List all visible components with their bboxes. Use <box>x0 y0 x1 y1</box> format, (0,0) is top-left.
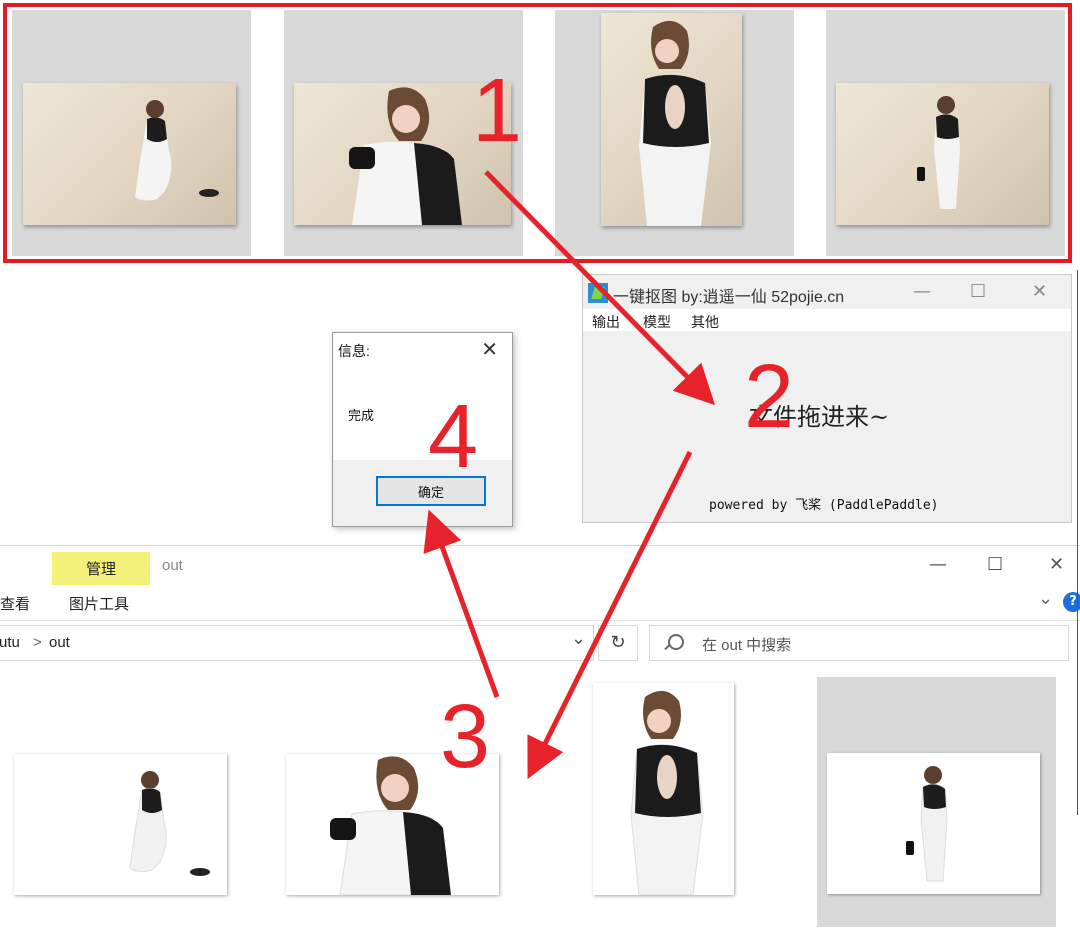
step-number-4: 4 <box>428 387 479 487</box>
minimize-button[interactable]: — <box>913 281 931 302</box>
output-photo-4 <box>827 753 1040 894</box>
menu-item-output[interactable]: 输出 <box>592 312 620 332</box>
output-photo-1[interactable] <box>14 754 227 895</box>
app-menu-bar: 输出 模型 其他 <box>583 309 1071 331</box>
breadcrumb-separator[interactable]: > <box>33 634 42 651</box>
info-dialog: 信息: ✕ 完成 确定 <box>332 332 513 527</box>
menu-item-model[interactable]: 模型 <box>643 312 671 332</box>
search-icon <box>668 634 684 650</box>
step-number-1: 1 <box>472 61 523 161</box>
dialog-close-button[interactable]: ✕ <box>481 337 498 361</box>
cutout-figure <box>906 766 948 882</box>
step-number-2: 2 <box>744 347 795 447</box>
breadcrumb-current[interactable]: out <box>49 634 70 651</box>
output-photo-3[interactable] <box>593 683 734 895</box>
powered-by-label: powered by 飞桨 (PaddlePaddle) <box>709 498 939 513</box>
step-number-3: 3 <box>440 687 491 787</box>
search-input[interactable]: 在 out 中搜索 <box>649 625 1069 661</box>
menu-item-other[interactable]: 其他 <box>691 312 719 332</box>
ribbon-expand-icon[interactable]: ⌄ <box>1038 588 1053 609</box>
dialog-title: 信息: <box>338 343 370 359</box>
ribbon-divider <box>0 620 1080 621</box>
cutout-figure <box>630 690 704 895</box>
close-button[interactable]: ✕ <box>1032 281 1047 302</box>
koutu-app-icon <box>588 283 608 303</box>
explorer-close-button[interactable]: ✕ <box>1049 554 1064 575</box>
selection-highlight-frame <box>3 3 1072 263</box>
tab-manage[interactable]: 管理 <box>52 552 150 585</box>
explorer-maximize-button[interactable]: ☐ <box>987 554 1003 575</box>
dialog-footer: 确定 <box>333 460 512 526</box>
file-explorer-window: 管理 out — ☐ ✕ 查看 图片工具 ⌄ ? utu > out ⌄ ↻ 在… <box>0 545 1080 945</box>
koutu-app-window[interactable]: 一键抠图 by:逍遥一仙 52pojie.cn — ☐ ✕ 输出 模型 其他 文… <box>582 274 1072 523</box>
output-tile-4-selected[interactable] <box>817 677 1056 927</box>
cutout-figure <box>129 771 210 876</box>
explorer-title: out <box>162 557 183 574</box>
explorer-minimize-button[interactable]: — <box>929 554 947 575</box>
app-window-title: 一键抠图 by:逍遥一仙 52pojie.cn <box>613 289 845 306</box>
search-placeholder: 在 out 中搜索 <box>702 637 792 654</box>
screen-edge-line <box>1077 270 1078 815</box>
dialog-message: 完成 <box>348 408 375 423</box>
tab-view[interactable]: 查看 <box>0 593 30 614</box>
address-dropdown-icon[interactable]: ⌄ <box>571 628 586 649</box>
refresh-icon[interactable]: ↻ <box>598 625 638 661</box>
maximize-button[interactable]: ☐ <box>970 281 986 302</box>
breadcrumb-parent[interactable]: utu <box>0 634 20 651</box>
tab-picture-tools[interactable]: 图片工具 <box>69 593 129 614</box>
address-bar[interactable]: utu > out ⌄ <box>0 625 594 661</box>
